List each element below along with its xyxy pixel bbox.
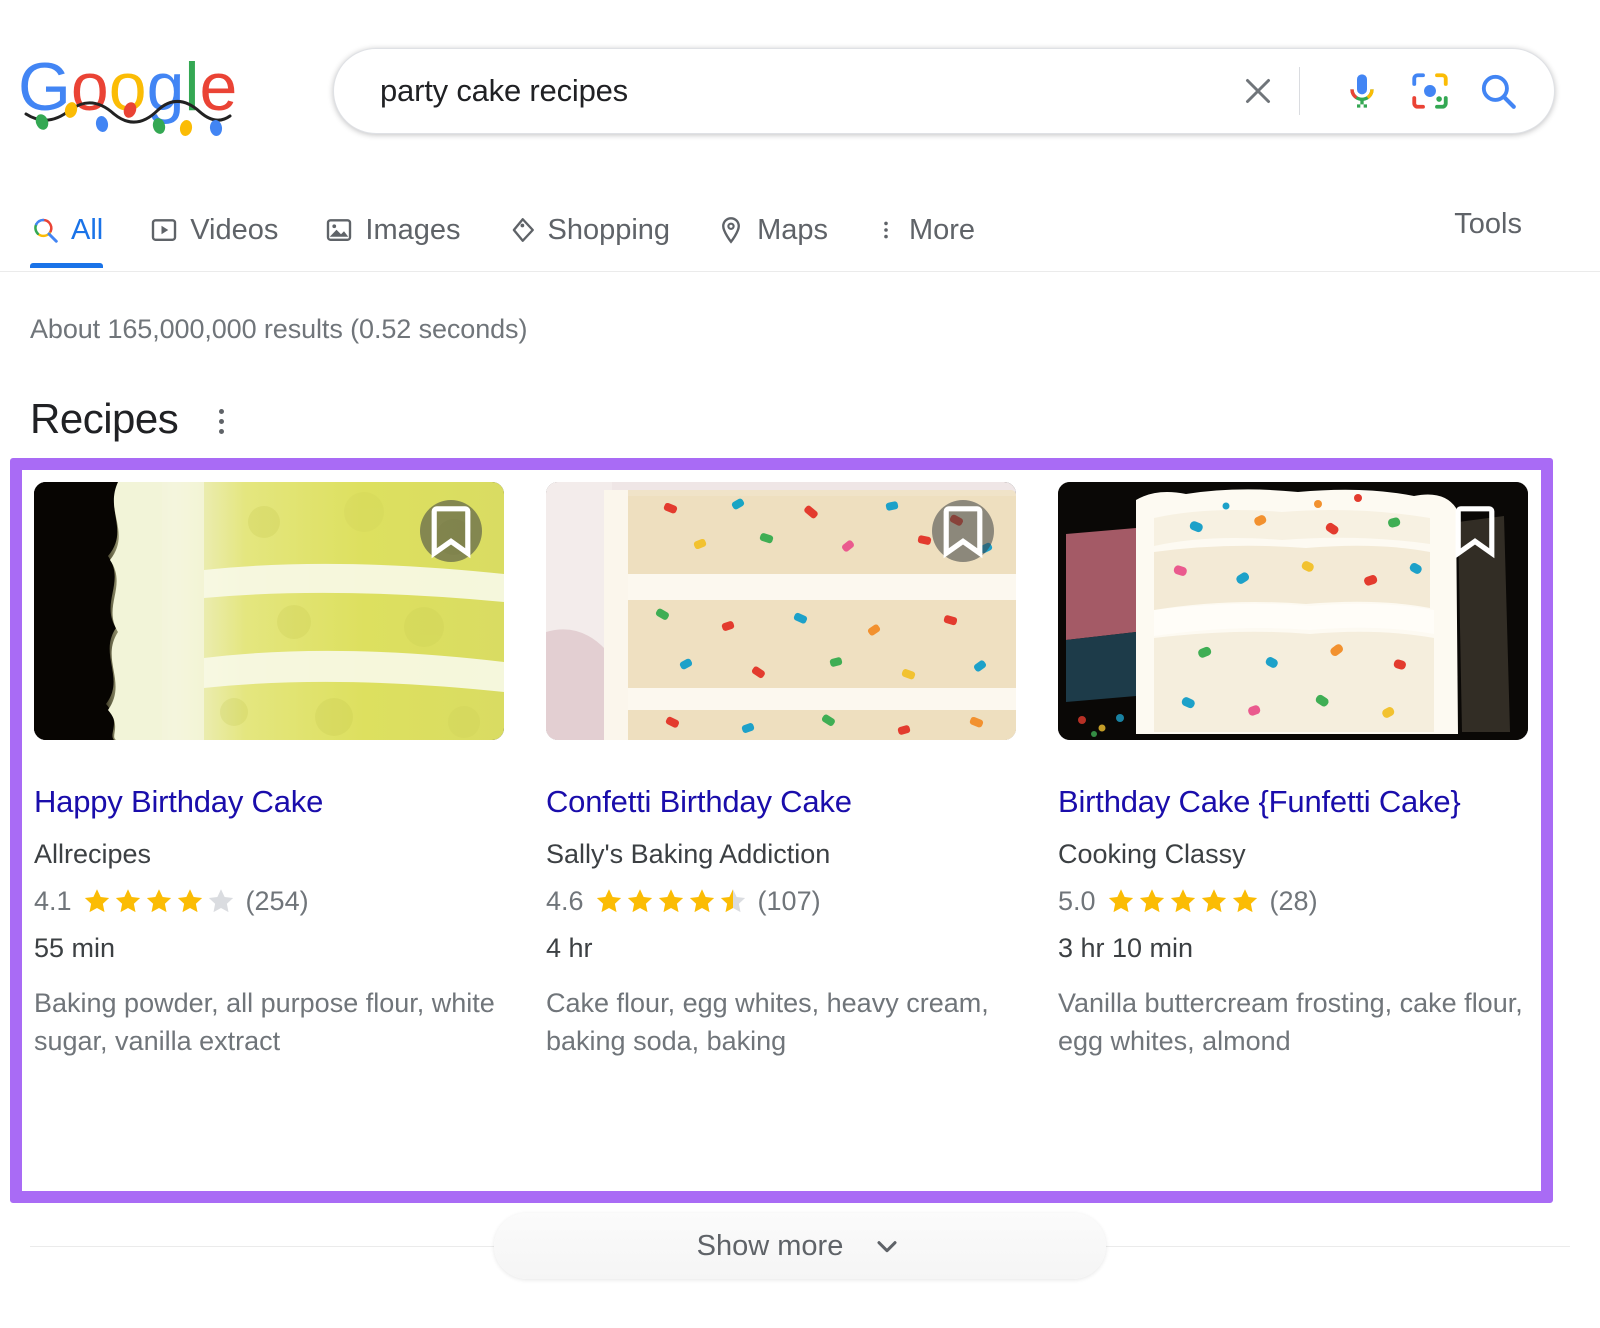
recipe-thumbnail[interactable] [1058, 482, 1528, 740]
bookmark-icon [420, 500, 482, 562]
save-recipe-button[interactable] [1444, 500, 1506, 562]
close-icon [1240, 73, 1276, 109]
recipe-rating: 4.1 (254) [34, 886, 514, 917]
recipes-section-header: Recipes [30, 397, 1600, 441]
review-count: (107) [758, 886, 821, 917]
search-bar[interactable] [333, 48, 1555, 134]
recipe-card[interactable]: Confetti Birthday Cake Sally's Baking Ad… [546, 482, 1026, 1060]
search-icon [30, 215, 60, 245]
show-more-button[interactable]: Show more [494, 1213, 1106, 1279]
recipes-highlight-box: Happy Birthday Cake Allrecipes 4.1 (254)… [10, 458, 1553, 1203]
tag-icon [507, 215, 537, 245]
rating-value: 5.0 [1058, 886, 1096, 917]
search-submit-button[interactable] [1470, 63, 1526, 119]
clear-search-button[interactable] [1231, 64, 1285, 118]
google-logo[interactable]: Google [18, 48, 248, 138]
recipe-thumbnail[interactable] [34, 482, 504, 740]
chevron-down-icon [871, 1230, 903, 1262]
tab-maps[interactable]: Maps [716, 190, 828, 268]
recipe-title-link[interactable]: Confetti Birthday Cake [546, 784, 1026, 821]
recipe-ingredients: Cake flour, egg whites, heavy cream, bak… [546, 984, 1026, 1061]
tab-list: All Videos Images [30, 190, 1021, 268]
tab-shopping[interactable]: Shopping [507, 190, 671, 268]
kebab-dot [219, 409, 224, 414]
page-header: Google [0, 0, 1600, 190]
save-recipe-button[interactable] [932, 500, 994, 562]
recipe-source: Allrecipes [34, 839, 514, 870]
recipe-time: 55 min [34, 933, 514, 964]
kebab-dot [219, 419, 224, 424]
recipe-title-link[interactable]: Birthday Cake {Funfetti Cake} [1058, 784, 1538, 821]
recipe-time: 3 hr 10 min [1058, 933, 1538, 964]
recipe-title-link[interactable]: Happy Birthday Cake [34, 784, 514, 821]
tab-videos[interactable]: Videos [149, 190, 278, 268]
star-rating [594, 886, 748, 916]
recipe-time: 4 hr [546, 933, 1026, 964]
recipe-ingredients: Vanilla buttercream frosting, cake flour… [1058, 984, 1538, 1061]
rating-value: 4.6 [546, 886, 584, 917]
tab-more[interactable]: More [874, 190, 975, 268]
show-more-area: Show more [0, 1213, 1600, 1279]
tab-images[interactable]: Images [324, 190, 460, 268]
recipe-rating: 5.0 (28) [1058, 886, 1538, 917]
recipe-thumbnail[interactable] [546, 482, 1016, 740]
star-rating [82, 886, 236, 916]
voice-search-button[interactable] [1334, 63, 1390, 119]
search-divider [1299, 67, 1300, 115]
recipe-ingredients: Baking powder, all purpose flour, white … [34, 984, 514, 1061]
tab-more-label: More [909, 214, 975, 247]
recipe-source: Cooking Classy [1058, 839, 1538, 870]
results-count: About 165,000,000 results (0.52 seconds) [30, 314, 1600, 345]
image-icon [324, 215, 354, 245]
tab-all-label: All [71, 214, 103, 247]
recipe-card-list: Happy Birthday Cake Allrecipes 4.1 (254)… [22, 470, 1541, 1060]
search-icon [1477, 70, 1519, 112]
google-lens-icon [1409, 70, 1451, 112]
kebab-dot [219, 429, 224, 434]
tools-button[interactable]: Tools [1454, 208, 1522, 241]
recipes-menu-button[interactable] [204, 401, 238, 441]
rating-value: 4.1 [34, 886, 72, 917]
page-title: Recipes [30, 398, 178, 440]
save-recipe-button[interactable] [420, 500, 482, 562]
recipe-source: Sally's Baking Addiction [546, 839, 1026, 870]
tab-maps-label: Maps [757, 214, 828, 247]
star-rating [1106, 886, 1260, 916]
tab-videos-label: Videos [190, 214, 278, 247]
map-pin-icon [716, 215, 746, 245]
video-icon [149, 215, 179, 245]
search-input[interactable] [378, 72, 1231, 110]
review-count: (254) [246, 886, 309, 917]
recipe-card[interactable]: Birthday Cake {Funfetti Cake} Cooking Cl… [1058, 482, 1538, 1060]
recipe-card[interactable]: Happy Birthday Cake Allrecipes 4.1 (254)… [34, 482, 514, 1060]
review-count: (28) [1270, 886, 1318, 917]
google-doodle-icon: Google [18, 48, 248, 138]
bookmark-icon [1444, 500, 1506, 562]
search-nav-tabs: All Videos Images [0, 190, 1600, 272]
microphone-icon [1342, 71, 1382, 111]
lens-search-button[interactable] [1402, 63, 1458, 119]
kebab-icon [874, 215, 898, 245]
tab-shopping-label: Shopping [548, 214, 671, 247]
tab-images-label: Images [365, 214, 460, 247]
recipe-rating: 4.6 (107) [546, 886, 1026, 917]
bookmark-icon [932, 500, 994, 562]
show-more-label: Show more [697, 1230, 844, 1263]
tab-all[interactable]: All [30, 190, 103, 268]
